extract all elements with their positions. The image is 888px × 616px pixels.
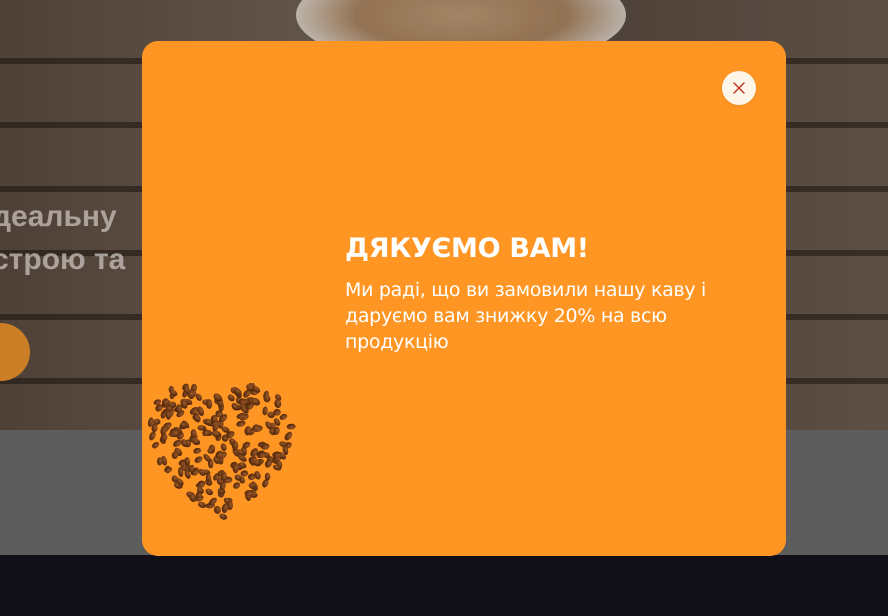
close-button[interactable] xyxy=(722,71,756,105)
modal-message: Ми раді, що ви замовили нашу каву і дару… xyxy=(345,279,707,353)
thank-you-modal: ДЯКУЄМО ВАМ! Ми раді, що ви замовили наш… xyxy=(142,41,786,556)
close-icon xyxy=(732,81,746,95)
coffee-bean-heart-icon xyxy=(147,383,296,520)
modal-title: ДЯКУЄМО ВАМ! xyxy=(345,233,589,264)
